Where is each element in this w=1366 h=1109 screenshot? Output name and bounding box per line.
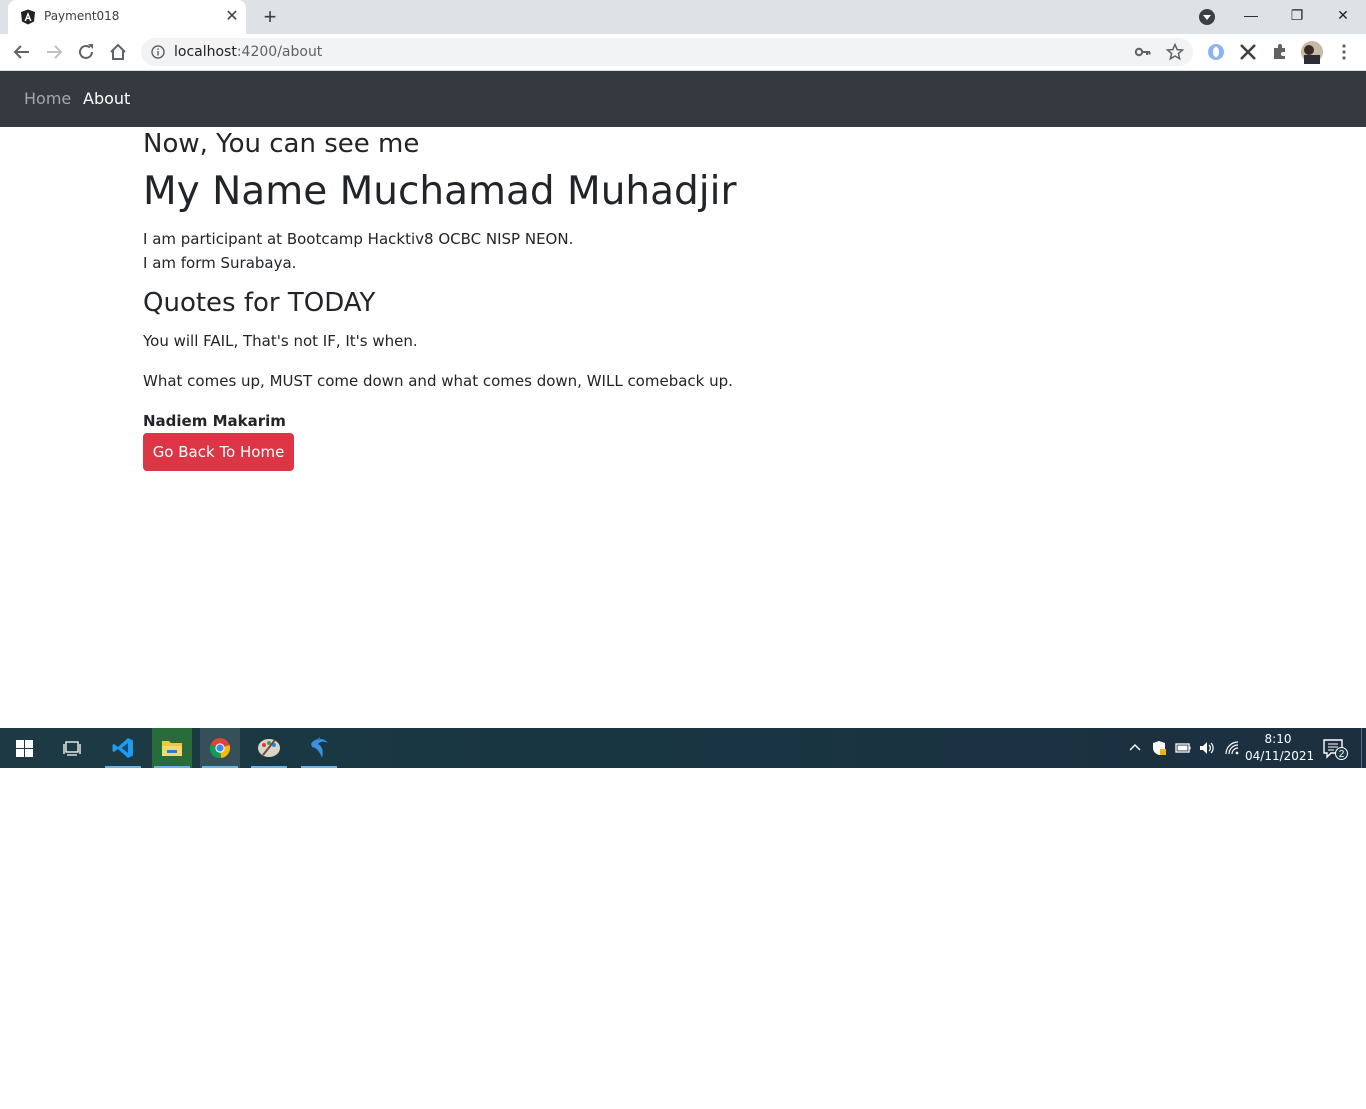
go-back-home-button[interactable]: Go Back To Home	[143, 433, 294, 471]
url-text[interactable]: localhost:4200/about	[174, 44, 322, 60]
browser-tab[interactable]: Payment018 ✕	[8, 0, 246, 34]
chrome-menu-icon[interactable]	[1334, 42, 1354, 62]
password-key-icon[interactable]	[1134, 44, 1152, 60]
quote-author: Nadiem Makarim	[143, 412, 286, 430]
taskbar-app-paint[interactable]	[249, 728, 289, 768]
extension-opera-icon[interactable]	[1206, 42, 1226, 62]
page-title: My Name Muchamad Muhadjir	[143, 169, 737, 214]
nav-link-home[interactable]: Home	[24, 89, 71, 108]
taskbar-app-dolphin[interactable]	[299, 728, 339, 768]
battery-icon[interactable]	[1175, 740, 1191, 756]
extensions-puzzle-icon[interactable]	[1270, 42, 1290, 62]
taskbar-app-chrome[interactable]	[200, 728, 240, 768]
quote-text-1: You will FAIL, That's not IF, It's when.	[143, 332, 418, 350]
taskbar-clock[interactable]: 8:10 04/11/2021	[1245, 731, 1315, 765]
windows-start-icon	[16, 740, 33, 757]
profile-avatar[interactable]	[1300, 40, 1324, 64]
chrome-icon	[209, 738, 230, 759]
vscode-icon	[112, 738, 133, 758]
restore-window-button[interactable]: ❐	[1274, 0, 1320, 30]
show-desktop-button[interactable]	[1361, 728, 1362, 768]
taskbar-app-file-explorer[interactable]	[152, 728, 192, 768]
windows-taskbar: 8:10 04/11/2021 2	[0, 728, 1366, 768]
url-path: :4200/about	[236, 44, 323, 60]
tab-search-icon[interactable]	[1197, 7, 1217, 27]
paint-icon	[258, 739, 280, 757]
quotes-heading: Quotes for TODAY	[143, 288, 376, 318]
browser-tab-strip: Payment018 ✕ + — ❐ ✕	[0, 0, 1366, 34]
running-indicator	[105, 766, 141, 768]
network-icon[interactable]	[1224, 740, 1240, 756]
browser-toolbar: localhost:4200/about	[0, 34, 1366, 71]
minimize-window-button[interactable]: —	[1228, 0, 1274, 30]
clock-time: 8:10	[1264, 732, 1292, 746]
url-host: localhost	[174, 44, 237, 60]
running-indicator	[202, 766, 238, 768]
task-view-button[interactable]	[52, 728, 92, 768]
bookmark-star-icon[interactable]	[1166, 43, 1184, 61]
dolphin-icon	[311, 737, 328, 758]
home-icon[interactable]	[107, 41, 129, 63]
intro-paragraph: I am participant at Bootcamp Hacktiv8 OC…	[143, 227, 573, 275]
start-button[interactable]	[4, 728, 44, 768]
volume-icon[interactable]	[1199, 740, 1215, 756]
running-indicator	[301, 766, 337, 768]
notification-count-badge: 2	[1335, 747, 1348, 760]
task-view-icon	[63, 741, 81, 756]
running-indicator	[154, 766, 190, 768]
file-explorer-icon	[162, 741, 182, 756]
quote-text-2: What comes up, MUST come down and what c…	[143, 372, 733, 390]
taskbar-app-vscode[interactable]	[103, 728, 143, 768]
close-window-button[interactable]: ✕	[1320, 0, 1366, 30]
tab-close-icon[interactable]: ✕	[222, 7, 242, 27]
running-indicator	[251, 766, 287, 768]
page-subtitle: Now, You can see me	[143, 129, 420, 159]
forward-arrow-icon[interactable]	[43, 41, 65, 63]
intro-line-2: I am form Surabaya.	[143, 254, 297, 272]
address-bar[interactable]: localhost:4200/about	[141, 38, 1193, 66]
nav-link-about[interactable]: About	[83, 89, 130, 108]
extension-x-icon[interactable]	[1238, 42, 1258, 62]
new-tab-icon[interactable]: +	[258, 5, 282, 29]
back-arrow-icon[interactable]	[11, 41, 33, 63]
angular-favicon-icon	[21, 9, 35, 25]
security-shield-icon[interactable]	[1151, 740, 1167, 756]
app-navbar: Home About	[0, 71, 1366, 127]
show-hidden-icons-chevron-icon[interactable]	[1127, 740, 1143, 756]
site-info-icon[interactable]	[151, 45, 165, 59]
reload-icon[interactable]	[75, 41, 97, 63]
intro-line-1: I am participant at Bootcamp Hacktiv8 OC…	[143, 230, 574, 248]
clock-date: 04/11/2021	[1245, 749, 1315, 763]
tab-title: Payment018	[44, 9, 120, 23]
